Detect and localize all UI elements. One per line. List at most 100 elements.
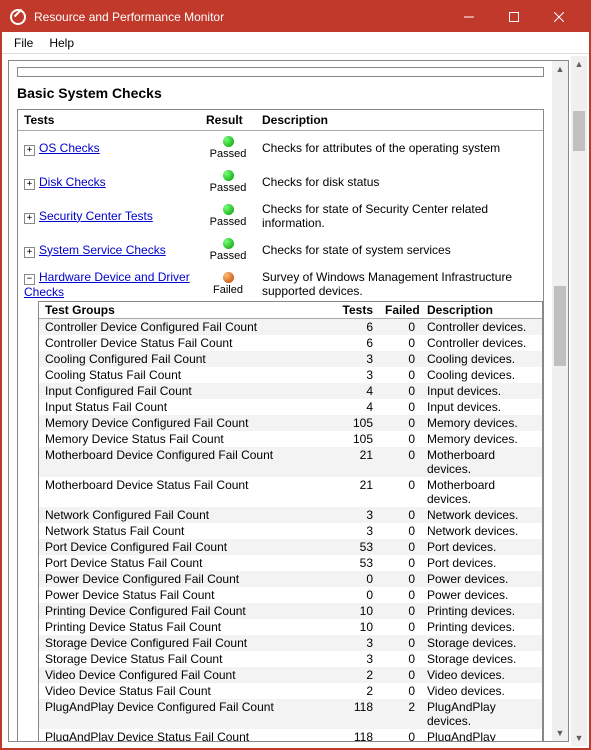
inner-scrollbar[interactable]: ▲ ▼ [552,61,568,741]
result-cell: Passed [200,236,256,264]
group-failed: 0 [379,431,421,447]
menubar: File Help [2,32,589,54]
groups-header-description: Description [421,302,542,318]
group-row: Network Configured Fail Count30Network d… [39,507,542,523]
group-name: Video Device Status Fail Count [39,683,335,699]
group-description: Video devices. [421,683,542,699]
group-name: Controller Device Status Fail Count [39,335,335,351]
expand-toggle[interactable]: − [24,274,35,285]
expand-toggle[interactable]: + [24,247,35,258]
group-name: Motherboard Device Status Fail Count [39,477,335,507]
result-text: Failed [213,284,243,296]
group-name: Controller Device Configured Fail Count [39,319,335,335]
check-link[interactable]: OS Checks [39,141,100,155]
group-row: Cooling Status Fail Count30Cooling devic… [39,367,542,383]
group-failed: 0 [379,447,421,477]
inner-scroll-thumb[interactable] [554,286,566,366]
menu-help[interactable]: Help [41,34,82,52]
check-link[interactable]: Disk Checks [39,175,106,189]
group-row: Storage Device Configured Fail Count30St… [39,635,542,651]
checks-header: Tests Result Description [18,110,543,131]
group-row: Motherboard Device Status Fail Count210M… [39,477,542,507]
group-tests: 118 [335,729,379,741]
group-description: Power devices. [421,587,542,603]
scroll-up-icon[interactable]: ▲ [552,61,568,77]
group-row: Printing Device Configured Fail Count100… [39,603,542,619]
report-panel: ▲ ▼ Basic System Checks Tests Result Des… [8,60,569,742]
titlebar[interactable]: Resource and Performance Monitor [2,2,589,32]
expand-toggle[interactable]: + [24,179,35,190]
group-tests: 3 [335,507,379,523]
group-description: Cooling devices. [421,351,542,367]
group-failed: 0 [379,367,421,383]
group-description: Controller devices. [421,335,542,351]
group-description: Port devices. [421,539,542,555]
group-row: Power Device Configured Fail Count00Powe… [39,571,542,587]
status-dot-icon [223,204,234,215]
check-link[interactable]: Hardware Device and Driver Checks [24,270,190,299]
group-tests: 21 [335,477,379,507]
check-link[interactable]: Security Center Tests [39,209,153,223]
group-tests: 3 [335,367,379,383]
group-row: Controller Device Status Fail Count60Con… [39,335,542,351]
group-description: Controller devices. [421,319,542,335]
group-name: Port Device Configured Fail Count [39,539,335,555]
group-name: Printing Device Status Fail Count [39,619,335,635]
group-failed: 0 [379,729,421,741]
group-tests: 4 [335,399,379,415]
group-name: Memory Device Configured Fail Count [39,415,335,431]
group-tests: 21 [335,447,379,477]
group-row: Power Device Status Fail Count00Power de… [39,587,542,603]
scroll-down-icon[interactable]: ▼ [571,730,587,746]
group-name: Printing Device Configured Fail Count [39,603,335,619]
group-description: Cooling devices. [421,367,542,383]
group-description: Power devices. [421,571,542,587]
check-description: Checks for state of Security Center rela… [256,200,543,232]
group-tests: 2 [335,683,379,699]
expand-toggle[interactable]: + [24,145,35,156]
window-title: Resource and Performance Monitor [34,10,446,24]
group-description: Motherboard devices. [421,447,542,477]
check-link[interactable]: System Service Checks [39,243,166,257]
group-name: Video Device Configured Fail Count [39,667,335,683]
outer-scrollbar[interactable]: ▲ ▼ [571,56,587,746]
status-dot-icon [223,136,234,147]
group-description: Motherboard devices. [421,477,542,507]
group-description: Printing devices. [421,603,542,619]
result-cell: Passed [200,168,256,196]
group-failed: 0 [379,351,421,367]
menu-file[interactable]: File [6,34,41,52]
check-row: −Hardware Device and Driver Checks Failed… [18,267,543,301]
groups-header-failed: Failed [379,302,421,318]
group-description: Network devices. [421,523,542,539]
scroll-down-icon[interactable]: ▼ [552,725,568,741]
group-failed: 0 [379,319,421,335]
scroll-up-icon[interactable]: ▲ [571,56,587,72]
check-row: +OS ChecksPassedChecks for attributes of… [18,131,543,165]
group-description: Network devices. [421,507,542,523]
group-failed: 0 [379,635,421,651]
group-row: Network Status Fail Count30Network devic… [39,523,542,539]
group-name: Network Status Fail Count [39,523,335,539]
group-tests: 6 [335,335,379,351]
check-row: +System Service ChecksPassedChecks for s… [18,233,543,267]
maximize-button[interactable] [491,2,536,32]
group-failed: 0 [379,415,421,431]
minimize-button[interactable] [446,2,491,32]
group-row: Printing Device Status Fail Count100Prin… [39,619,542,635]
result-text: Passed [210,216,247,228]
group-tests: 53 [335,555,379,571]
group-name: Input Status Fail Count [39,399,335,415]
group-failed: 0 [379,651,421,667]
status-dot-icon [223,170,234,181]
close-button[interactable] [536,2,581,32]
groups-header-tests: Tests [335,302,379,318]
outer-scroll-thumb[interactable] [573,111,585,151]
expand-toggle[interactable]: + [24,213,35,224]
group-tests: 3 [335,651,379,667]
group-tests: 2 [335,667,379,683]
app-icon [10,9,26,25]
group-row: Port Device Status Fail Count530Port dev… [39,555,542,571]
group-name: Port Device Status Fail Count [39,555,335,571]
group-row: Input Configured Fail Count40Input devic… [39,383,542,399]
